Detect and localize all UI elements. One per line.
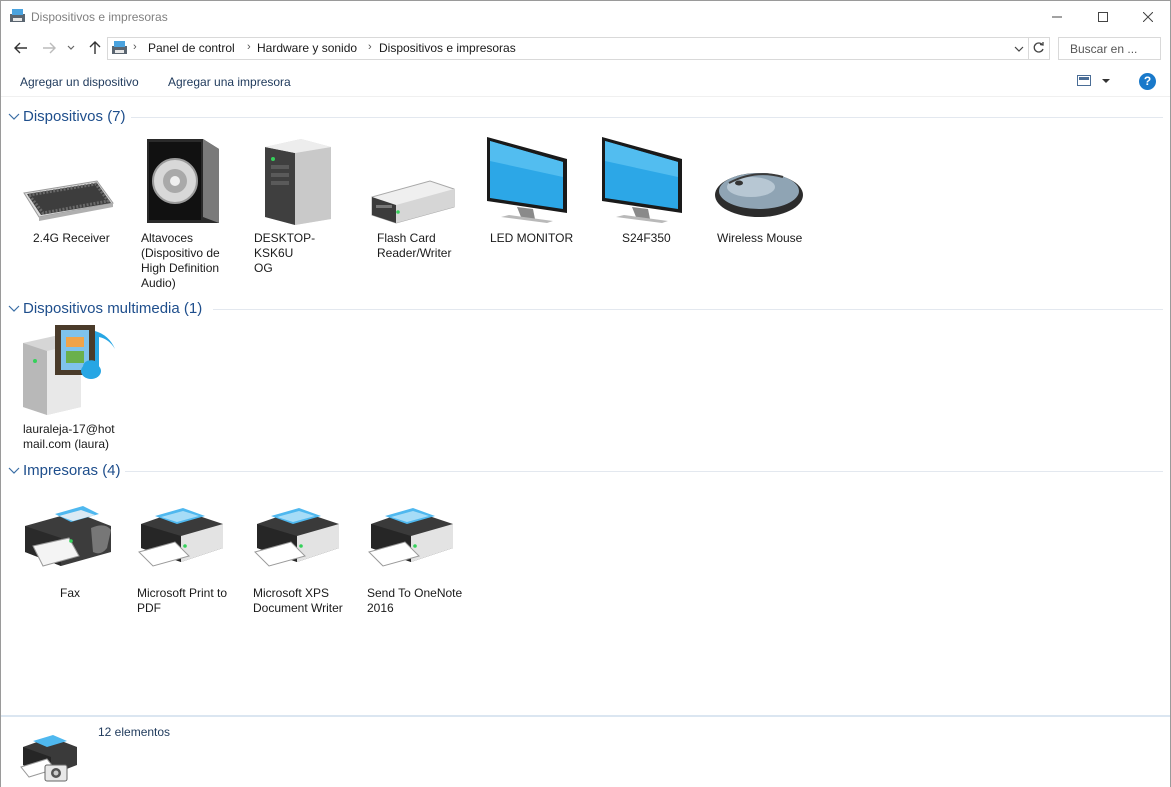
breadcrumb-separator: ›	[247, 41, 251, 53]
breadcrumb-panel-de-control[interactable]: Panel de control	[148, 41, 235, 55]
arrow-up-icon	[89, 41, 101, 54]
printer-label: Send To OneNote 2016	[367, 586, 463, 615]
refresh-icon	[1033, 42, 1044, 53]
printer-icon	[254, 508, 339, 567]
up-button[interactable]	[85, 38, 105, 58]
close-icon	[1143, 11, 1153, 22]
group-title-devices: Dispositivos (7)	[23, 108, 126, 125]
fax-icon	[25, 506, 111, 567]
view-icon	[1077, 75, 1091, 86]
printer-label: Fax	[60, 586, 81, 600]
group-divider	[131, 117, 1163, 118]
computer-tower-icon	[265, 139, 331, 225]
monitor-icon	[487, 137, 567, 223]
mouse-icon	[715, 173, 803, 217]
device-item-altavoces[interactable]: Altavoces (Dispositivo de High Definitio…	[133, 131, 233, 291]
group-title-printers: Impresoras (4)	[23, 462, 121, 479]
address-divider	[1028, 38, 1029, 59]
printer-label: Microsoft Print to PDF	[137, 586, 228, 615]
group-divider	[125, 471, 1163, 472]
media-server-icon	[23, 325, 115, 415]
printer-item-fax[interactable]: Fax	[19, 486, 119, 606]
refresh-button[interactable]	[1032, 41, 1047, 56]
device-label: Wireless Mouse	[717, 231, 803, 245]
command-bar: Agregar un dispositivo Agregar una impre…	[1, 67, 1170, 97]
breadcrumb-separator: ›	[133, 41, 137, 53]
device-item-wireless-mouse[interactable]: Wireless Mouse	[711, 131, 811, 291]
group-header-devices[interactable]: Dispositivos (7)	[7, 107, 1163, 127]
chevron-down-icon	[1102, 79, 1110, 83]
chevron-down-icon	[8, 113, 20, 120]
search-placeholder: Buscar en ...	[1070, 42, 1138, 56]
printer-item-microsoft-print-to-pdf[interactable]: Microsoft Print to PDF	[133, 486, 233, 615]
back-button[interactable]	[11, 38, 31, 58]
search-input[interactable]: Buscar en ...	[1058, 37, 1161, 60]
device-item-s24f350[interactable]: S24F350	[598, 131, 698, 291]
chevron-down-icon	[8, 467, 20, 474]
group-header-multimedia[interactable]: Dispositivos multimedia (1)	[7, 299, 1163, 319]
device-label: 2.4G Receiver	[33, 231, 110, 245]
devices-printers-icon	[10, 9, 25, 22]
printer-item-microsoft-xps[interactable]: Microsoft XPS Document Writer	[249, 486, 349, 615]
group-title-multimedia: Dispositivos multimedia (1)	[23, 300, 203, 317]
status-bar: 12 elementos	[1, 715, 1170, 787]
minimize-button[interactable]	[1034, 1, 1080, 32]
device-label: S24F350	[622, 231, 671, 245]
item-count: 12 elementos	[98, 725, 171, 739]
arrow-right-icon	[43, 42, 56, 54]
maximize-button[interactable]	[1080, 1, 1126, 32]
devices-printers-large-icon	[20, 735, 77, 782]
breadcrumb-separator: ›	[368, 41, 372, 53]
window: Dispositivos e impresoras › Panel de con…	[0, 0, 1171, 787]
multimedia-label: lauraleja-17@hot mail.com (laura)	[23, 422, 115, 451]
device-item-flash-card-reader[interactable]: Flash Card Reader/Writer	[366, 131, 466, 291]
card-reader-icon	[371, 180, 455, 224]
navigation-bar: › Panel de control › Hardware y sonido ›…	[1, 34, 1170, 62]
device-item-2-4g-receiver[interactable]: 2.4G Receiver	[19, 131, 119, 291]
help-button[interactable]: ?	[1139, 73, 1156, 90]
device-item-led-monitor[interactable]: LED MONITOR	[483, 131, 583, 291]
printer-label: Microsoft XPS Document Writer	[253, 586, 343, 615]
breadcrumb-hardware-y-sonido[interactable]: Hardware y sonido	[257, 41, 357, 55]
address-dropdown-button[interactable]	[1012, 42, 1026, 56]
add-printer-button[interactable]: Agregar una impresora	[168, 75, 291, 89]
close-button[interactable]	[1125, 1, 1171, 32]
speaker-icon	[147, 139, 219, 223]
breadcrumb-dispositivos-e-impresoras[interactable]: Dispositivos e impresoras	[379, 41, 516, 55]
chevron-down-icon	[8, 305, 20, 312]
device-label: DESKTOP-KSK6U OG	[254, 231, 316, 275]
recent-locations-button[interactable]	[64, 38, 78, 58]
multimedia-item-laura[interactable]: lauraleja-17@hot mail.com (laura)	[19, 321, 119, 456]
arrow-left-icon	[14, 42, 27, 54]
chevron-down-icon	[1014, 46, 1024, 52]
forward-button[interactable]	[39, 38, 59, 58]
minimize-icon	[1052, 16, 1062, 17]
device-label: Flash Card Reader/Writer	[377, 231, 452, 260]
device-label: LED MONITOR	[490, 231, 574, 245]
device-item-desktop[interactable]: DESKTOP-KSK6U OG	[249, 131, 349, 291]
group-divider	[213, 309, 1163, 310]
device-label: Altavoces (Dispositivo de High Definitio…	[141, 231, 220, 290]
maximize-icon	[1098, 11, 1108, 22]
change-view-button[interactable]	[1077, 75, 1117, 91]
monitor-icon	[602, 137, 682, 223]
address-bar[interactable]: › Panel de control › Hardware y sonido ›…	[107, 37, 1050, 60]
control-panel-icon	[112, 41, 127, 54]
keyboard-icon	[23, 180, 114, 221]
group-header-printers[interactable]: Impresoras (4)	[7, 461, 1163, 481]
chevron-down-icon	[67, 45, 75, 50]
window-title: Dispositivos e impresoras	[31, 10, 168, 24]
printer-icon	[138, 508, 223, 567]
add-device-button[interactable]: Agregar un dispositivo	[20, 75, 139, 89]
printer-icon	[368, 508, 453, 567]
help-icon: ?	[1143, 74, 1152, 88]
printer-item-send-to-onenote[interactable]: Send To OneNote 2016	[363, 486, 463, 615]
title-bar: Dispositivos e impresoras	[1, 1, 1170, 32]
